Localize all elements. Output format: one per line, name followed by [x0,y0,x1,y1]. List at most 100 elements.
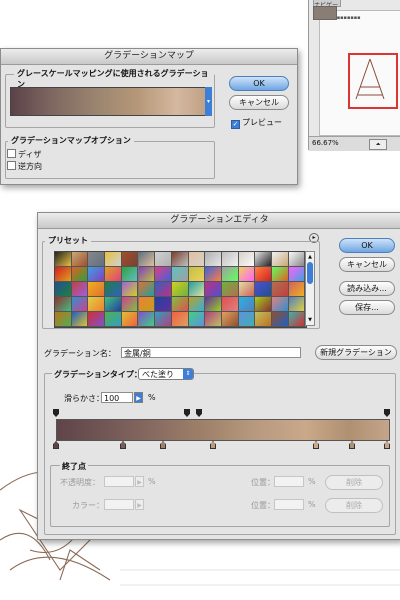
preset-swatch[interactable] [88,297,106,312]
gradient-edit-bar[interactable] [56,419,390,441]
preset-swatch[interactable] [188,297,206,312]
opacity-arrow-icon[interactable]: ▶ [135,476,144,487]
preset-swatch[interactable] [155,282,172,297]
preset-swatch[interactable] [255,252,273,267]
preset-swatch[interactable] [205,282,222,297]
preset-swatch[interactable] [155,267,172,282]
preset-swatch[interactable] [222,312,239,327]
delete-button-2[interactable]: 削除 [325,498,383,513]
preset-swatch[interactable] [105,252,122,267]
dither-checkbox[interactable]: ディザ [7,149,41,160]
ok-button[interactable]: OK [229,76,289,91]
preset-swatch[interactable] [288,252,306,267]
preset-swatch[interactable] [121,297,139,312]
preset-swatch[interactable] [105,312,122,327]
color-swatch-field[interactable] [104,499,134,510]
preset-swatch[interactable] [188,252,206,267]
preset-swatch[interactable] [71,282,89,297]
preset-swatch[interactable] [222,252,239,267]
preset-swatch[interactable] [238,282,256,297]
preset-swatch[interactable] [138,252,156,267]
preset-swatch[interactable] [171,282,189,297]
preset-swatch[interactable] [272,252,289,267]
preset-swatch[interactable] [71,297,89,312]
cancel-button[interactable]: キャンセル [229,95,289,110]
preset-swatch[interactable] [222,267,239,282]
smoothness-field[interactable]: 100 [101,392,133,403]
preset-swatch[interactable] [138,312,156,327]
location-field-2[interactable] [274,499,304,510]
preset-swatch[interactable] [155,252,172,267]
preset-swatch[interactable] [288,282,306,297]
editor-cancel-button[interactable]: キャンセル [339,257,395,272]
save-button[interactable]: 保存... [339,300,395,315]
preset-swatch[interactable] [105,267,122,282]
editor-ok-button[interactable]: OK [339,238,395,253]
preset-swatch[interactable] [55,267,72,282]
gradient-name-field[interactable]: 金属/銅 [121,347,301,358]
scroll-down-icon[interactable]: ▼ [306,315,314,325]
preset-swatch[interactable] [88,252,106,267]
gradient-dropdown-arrow[interactable]: ▾ [205,87,212,116]
preset-swatch[interactable] [272,267,289,282]
preset-swatch[interactable] [255,297,273,312]
preset-swatch[interactable] [121,252,139,267]
preset-swatch[interactable] [288,267,306,282]
preset-swatch[interactable] [288,312,306,327]
delete-button-1[interactable]: 削除 [325,475,383,490]
preset-swatch[interactable] [88,282,106,297]
preset-swatch[interactable] [171,267,189,282]
preset-swatch[interactable] [105,297,122,312]
preset-swatch[interactable] [255,282,273,297]
gradient-type-select[interactable]: べた塗り ⇕ [138,368,194,380]
preset-swatch[interactable] [188,267,206,282]
preset-swatch[interactable] [171,297,189,312]
preset-swatch[interactable] [238,267,256,282]
opacity-field[interactable] [104,476,134,487]
mountain-small-icon[interactable]: ⏶ [369,139,387,150]
preset-swatch[interactable] [255,267,273,282]
preset-swatch[interactable] [205,297,222,312]
preset-swatch[interactable] [205,252,222,267]
navigator-preview[interactable]: ▪▪▪▪▪▪▪▪▪ [319,10,400,136]
preset-swatch[interactable] [71,312,89,327]
preset-swatch[interactable] [272,297,289,312]
preset-swatch[interactable] [138,297,156,312]
preset-swatch[interactable] [188,312,206,327]
preset-swatch[interactable] [121,267,139,282]
preset-swatch[interactable] [138,282,156,297]
preset-swatch[interactable] [88,312,106,327]
smoothness-arrow-icon[interactable]: ▶ [134,392,143,403]
preset-swatch[interactable] [155,297,172,312]
view-box[interactable] [348,53,398,109]
preset-swatch[interactable] [171,252,189,267]
scroll-thumb[interactable] [307,262,313,284]
preset-swatch[interactable] [138,267,156,282]
preset-swatch-grid[interactable] [54,251,307,328]
preset-swatch[interactable] [188,282,206,297]
preset-swatch[interactable] [255,312,273,327]
preset-swatch[interactable] [121,312,139,327]
preset-swatch[interactable] [171,312,189,327]
preset-swatch[interactable] [55,297,72,312]
preset-swatch[interactable] [71,267,89,282]
preset-swatch[interactable] [222,282,239,297]
color-arrow-icon[interactable]: ▶ [135,499,144,510]
preset-swatch[interactable] [105,282,122,297]
preset-swatch[interactable] [55,252,72,267]
preset-swatch[interactable] [222,297,239,312]
preset-swatch[interactable] [205,312,222,327]
preset-swatch[interactable] [238,297,256,312]
preset-swatch[interactable] [55,282,72,297]
scroll-up-icon[interactable]: ▲ [306,252,314,262]
new-gradient-button[interactable]: 新規グラデーション [315,345,397,360]
reverse-checkbox[interactable]: 逆方向 [7,161,42,172]
preset-swatch[interactable] [205,267,222,282]
location-field-1[interactable] [274,476,304,487]
load-button[interactable]: 読み込み... [339,281,395,296]
preset-swatch[interactable] [121,282,139,297]
preset-scrollbar[interactable]: ▲ ▼ [305,251,315,326]
preset-swatch[interactable] [155,312,172,327]
preset-swatch[interactable] [238,252,256,267]
gradient-preview-bar[interactable] [10,87,207,116]
